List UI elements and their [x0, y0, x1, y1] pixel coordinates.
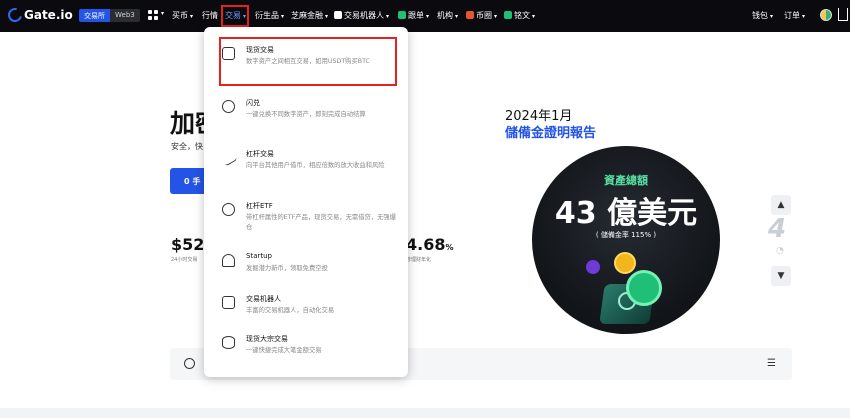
nav-label: 交易机器人 [344, 11, 384, 20]
stat-apr-unit: % [445, 243, 454, 252]
nav-label: 芝麻金融 [291, 11, 323, 20]
nav-label: 行情 [202, 11, 218, 20]
carousel-down-button[interactable]: ▼ [771, 266, 791, 286]
reserve-total-amount: 43 億美元 [554, 196, 698, 231]
dropdown-item-desc: 丰富的交易机器人，自动化交易 [246, 307, 335, 314]
chevron-down-icon: ▾ [386, 13, 390, 20]
menu-icon[interactable]: ☰ [767, 358, 776, 369]
segment-exchange[interactable]: 交易所 [79, 9, 110, 22]
nav-item-finance[interactable]: 芝麻金融 ▾ [291, 10, 328, 21]
margin-icon [219, 148, 238, 167]
chevron-down-icon: ▾ [455, 13, 459, 20]
swap-icon [222, 100, 235, 113]
slide-number: 4 [768, 214, 787, 244]
nav-wallet[interactable]: 钱包 ▾ [752, 10, 773, 21]
etf-icon [222, 203, 235, 216]
nav-label: 币圈 [476, 11, 492, 20]
nav-item-copy-trading[interactable]: 跟单 ▾ [398, 10, 429, 21]
stat-apr-value: 4.68% [406, 235, 454, 254]
nav-label: 买币 [172, 11, 188, 20]
nav-label: 铭文 [514, 11, 530, 20]
nav-item-institutional[interactable]: 机构 ▾ [437, 10, 458, 21]
dropdown-item-title: 闪兑 [246, 99, 260, 107]
dropdown-item-title: 交易机器人 [246, 295, 281, 303]
trade-highlight-box [221, 5, 249, 27]
inscription-icon [504, 11, 512, 19]
exchange-web3-switch: 交易所 Web3 [79, 9, 140, 22]
stat-apr-number: 4.68 [406, 235, 446, 254]
copy-trade-icon [398, 11, 406, 19]
dropdown-item-title: Startup [246, 252, 272, 260]
robot-icon [222, 296, 235, 309]
chevron-down-icon: ▾ [494, 13, 498, 20]
block-trade-icon [222, 336, 235, 349]
chevron-down-icon: ▾ [281, 13, 285, 20]
gold-coin-icon [614, 252, 636, 274]
top-nav-bar: Gate.io 交易所 Web3 ▾ 买币 ▾ 行情 交易 ▾ 衍生品 ▾ 芝麻金融 ▾… [0, 0, 850, 32]
gate-logo[interactable]: Gate.io [5, 5, 73, 25]
download-icon[interactable] [838, 8, 848, 21]
user-avatar[interactable] [820, 9, 832, 21]
chevron-down-icon: ▾ [161, 10, 165, 17]
reserve-report-link[interactable]: 儲備金證明報告 [505, 122, 596, 141]
stat-apr-caption: 管理财年化 [406, 257, 432, 263]
bot-icon [334, 11, 342, 19]
nav-label: 衍生品 [255, 11, 279, 20]
carousel-up-button[interactable]: ▲ [771, 195, 791, 215]
nav-item-markets[interactable]: 行情 [202, 10, 218, 21]
nav-label: 机构 [437, 11, 453, 20]
footer-strip [0, 408, 850, 418]
dropdown-item-title: 现货大宗交易 [246, 335, 288, 343]
dropdown-item-desc: 一键快捷完成大笔金额交易 [246, 347, 322, 354]
reserve-banner-circle[interactable]: 資產總額 43 億美元 ( 儲備金率 115% ) [532, 146, 720, 334]
nav-item-crypto-circle[interactable]: 币圈 ▾ [466, 10, 497, 21]
dropdown-item-desc: 一键兑换不同数字资产，即刻完成自动结算 [246, 111, 366, 118]
nav-item-buy-crypto[interactable]: 买币 ▾ [172, 10, 193, 21]
feed-icon [466, 11, 474, 19]
nav-item-bots[interactable]: 交易机器人 ▾ [334, 10, 389, 21]
chevron-down-icon: ▾ [325, 13, 329, 20]
chevron-down-icon: ▾ [426, 13, 430, 20]
hero-subtitle: 安全，快 [171, 142, 203, 151]
parachute-icon [222, 254, 235, 267]
logo-text: Gate.io [24, 8, 73, 22]
reserve-ratio: ( 儲備金率 115% ) [595, 231, 657, 239]
nav-item-inscriptions[interactable]: 铭文 ▾ [504, 10, 535, 21]
nav-label: 订单 [784, 11, 800, 20]
nav-label: 跟单 [408, 11, 424, 20]
dropdown-item-desc: 带杠杆属性的ETF产品，现货交易，无需借贷，无强爆仓 [246, 214, 396, 231]
dropdown-item-desc: 发掘潜力新币，领取免费空投 [246, 265, 328, 272]
dropdown-item-title: 杠杆交易 [246, 150, 274, 158]
dropdown-item-title: 杠杆ETF [246, 202, 273, 210]
nav-item-derivatives[interactable]: 衍生品 ▾ [255, 10, 284, 21]
nav-orders[interactable]: 订单 ▾ [784, 10, 805, 21]
chevron-down-icon: ▾ [532, 13, 536, 20]
reserve-total-label: 資產總額 [604, 174, 648, 187]
segment-web3[interactable]: Web3 [110, 9, 140, 22]
slide-coin-icon: ◔ [776, 246, 784, 256]
dropdown-item-desc: 向平台其他用户借币，相应倍数的放大收益和风险 [246, 162, 385, 169]
spot-highlight-box [219, 37, 397, 86]
green-coin-icon [626, 270, 662, 306]
gate-logo-icon [5, 5, 25, 25]
announcement-icon [184, 358, 195, 369]
purple-coin-icon [586, 260, 600, 274]
nav-label: 钱包 [752, 11, 768, 20]
chevron-down-icon: ▾ [770, 13, 774, 20]
apps-grid-icon[interactable] [148, 10, 158, 20]
chevron-down-icon: ▾ [802, 13, 806, 20]
stat-volume-caption: 24小时交易 [171, 257, 198, 263]
chevron-down-icon: ▾ [190, 13, 194, 20]
